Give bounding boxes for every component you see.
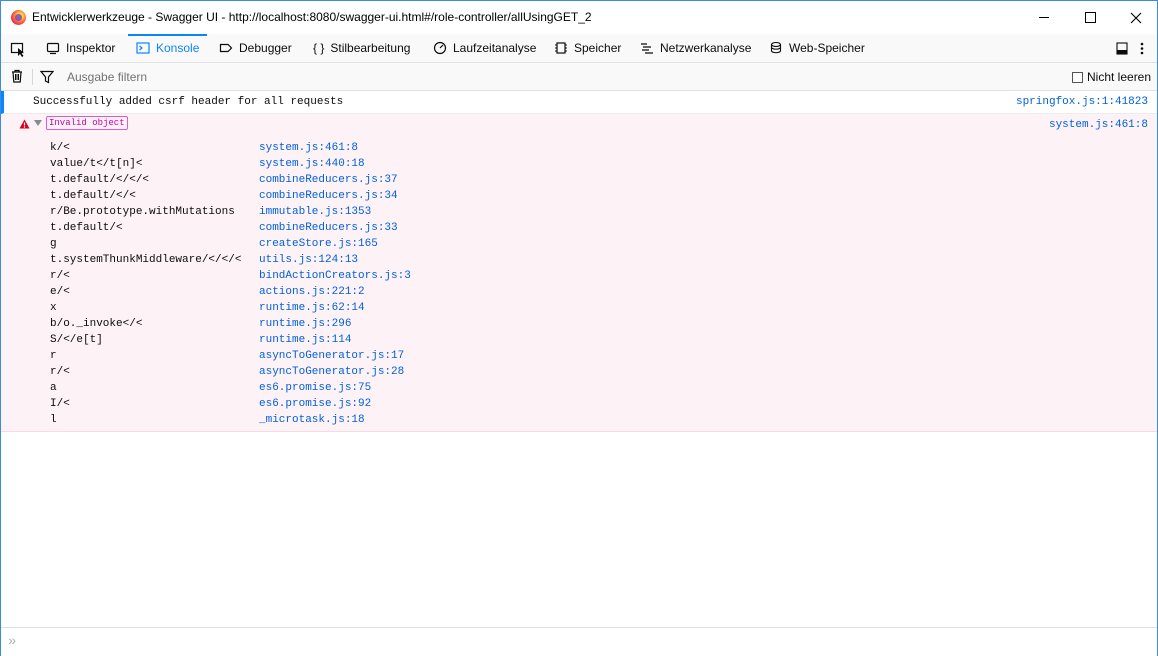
- tab-label: Konsole: [156, 41, 200, 55]
- tab-label: Netzwerkanalyse: [660, 41, 752, 55]
- frame-function: I/<: [50, 398, 70, 410]
- frame-location-link[interactable]: runtime.js:62:14: [259, 300, 365, 316]
- frame-function: l: [50, 414, 57, 426]
- frame-location-link[interactable]: runtime.js:296: [259, 316, 351, 332]
- tab-inspector[interactable]: Inspektor: [46, 34, 115, 62]
- console-output: Successfully added csrf header for all r…: [1, 91, 1157, 627]
- filter-icon: [40, 70, 54, 84]
- frame-location-link[interactable]: asyncToGenerator.js:28: [259, 364, 404, 380]
- close-icon: [1130, 12, 1142, 23]
- frame-function: r/Be.prototype.withMutations: [50, 206, 235, 218]
- error-object-tag[interactable]: Invalid object: [46, 116, 128, 130]
- tab-debugger[interactable]: Debugger: [219, 34, 292, 62]
- tab-console[interactable]: Konsole: [127, 34, 208, 62]
- firefox-logo-icon: [11, 10, 26, 25]
- filter-input[interactable]: [63, 67, 971, 86]
- message-source-link[interactable]: springfox.js:1:41823: [1016, 96, 1148, 108]
- console-filterbar: Nicht leeren: [1, 63, 1157, 91]
- tab-performance[interactable]: Laufzeitanalyse: [433, 34, 536, 62]
- frame-function: t.systemThunkMiddleware/</</<: [50, 254, 242, 266]
- storage-icon: [770, 41, 782, 54]
- frame-location-link[interactable]: system.js:461:8: [259, 140, 358, 156]
- frame-function: r/<: [50, 270, 70, 282]
- frame-location-link[interactable]: es6.promise.js:75: [259, 380, 371, 396]
- tab-network[interactable]: Netzwerkanalyse: [640, 34, 751, 62]
- window-titlebar: Entwicklerwerkzeuge - Swagger UI - http:…: [1, 1, 1157, 34]
- performance-icon: [433, 41, 447, 55]
- toolbar-divider: [32, 69, 33, 85]
- tab-memory[interactable]: Speicher: [554, 34, 621, 62]
- tab-label: Laufzeitanalyse: [453, 41, 537, 55]
- tab-label: Debugger: [239, 41, 292, 55]
- message-source-link[interactable]: system.js:461:8: [1049, 119, 1148, 131]
- tab-storage[interactable]: Web-Speicher: [769, 34, 865, 62]
- frame-location-link[interactable]: runtime.js:114: [259, 332, 351, 348]
- tab-label: Stilbearbeitung: [330, 41, 411, 55]
- frame-function: r: [50, 350, 57, 362]
- frame-location-link[interactable]: es6.promise.js:92: [259, 396, 371, 412]
- inspector-icon: [46, 42, 60, 55]
- memory-icon: [555, 42, 567, 54]
- frame-function: e/<: [50, 286, 70, 298]
- debugger-icon: [219, 43, 233, 53]
- frame-location-link[interactable]: asyncToGenerator.js:17: [259, 348, 404, 364]
- persist-logs-toggle[interactable]: Nicht leeren: [1072, 70, 1151, 84]
- frame-location-link[interactable]: combineReducers.js:34: [259, 188, 398, 204]
- frame-location-link[interactable]: bindActionCreators.js:3: [259, 268, 411, 284]
- tab-label: Speicher: [574, 41, 622, 55]
- frame-function: t.default/</<: [50, 190, 136, 202]
- console-message-error: Invalid object system.js:461:8 k/< system…: [1, 114, 1157, 432]
- minimize-icon: [1039, 17, 1049, 18]
- frame-function: t.default/<: [50, 222, 123, 234]
- persist-logs-label: Nicht leeren: [1087, 70, 1152, 84]
- prompt-chevron-icon: »: [8, 634, 17, 650]
- expand-toggle-icon[interactable]: [34, 120, 42, 126]
- frame-function: g: [50, 238, 57, 250]
- devtools-tabbar: Inspektor Konsole Debugger { } Stilbearb…: [1, 34, 1157, 63]
- frame-function: value/t</t[n]<: [50, 158, 143, 170]
- style-editor-icon: { }: [313, 41, 325, 55]
- frame-location-link[interactable]: system.js:440:18: [259, 156, 365, 172]
- persist-logs-checkbox[interactable]: [1072, 71, 1083, 83]
- frame-location-link[interactable]: combineReducers.js:37: [259, 172, 398, 188]
- dock-toggle-icon[interactable]: [1116, 42, 1128, 55]
- frame-function: r/<: [50, 366, 70, 378]
- frame-function: b/o._invoke</<: [50, 318, 143, 330]
- frame-location-link[interactable]: _microtask.js:18: [259, 412, 365, 428]
- console-command-input[interactable]: [23, 632, 1147, 652]
- frame-location-link[interactable]: actions.js:221:2: [259, 284, 365, 300]
- trash-icon[interactable]: [10, 69, 24, 83]
- minimize-button[interactable]: [1021, 1, 1067, 34]
- element-picker-icon[interactable]: [10, 41, 26, 57]
- error-icon: [19, 119, 30, 129]
- console-message-info: Successfully added csrf header for all r…: [1, 91, 1157, 114]
- window-title: Entwicklerwerkzeuge - Swagger UI - http:…: [32, 10, 592, 24]
- frame-location-link[interactable]: immutable.js:1353: [259, 204, 371, 220]
- console-input-line: »: [1, 627, 1157, 656]
- console-icon: [136, 42, 150, 54]
- tab-label: Web-Speicher: [789, 41, 865, 55]
- frame-location-link[interactable]: combineReducers.js:33: [259, 220, 398, 236]
- frame-function: a: [50, 382, 57, 394]
- tab-label: Inspektor: [66, 41, 116, 55]
- frame-function: x: [50, 302, 57, 314]
- frame-function: t.default/</</<: [50, 174, 150, 186]
- tab-style-editor[interactable]: { } Stilbearbeitung: [313, 34, 410, 62]
- frame-location-link[interactable]: createStore.js:165: [259, 236, 378, 252]
- message-text: Successfully added csrf header for all r…: [33, 96, 344, 108]
- maximize-button[interactable]: [1067, 1, 1113, 34]
- maximize-icon: [1084, 12, 1096, 23]
- frame-function: k/<: [50, 142, 70, 154]
- network-icon: [641, 43, 653, 54]
- more-options-icon[interactable]: [1140, 42, 1144, 55]
- close-button[interactable]: [1113, 1, 1158, 34]
- frame-function: S/</e[t]: [50, 334, 103, 346]
- frame-location-link[interactable]: utils.js:124:13: [259, 252, 358, 268]
